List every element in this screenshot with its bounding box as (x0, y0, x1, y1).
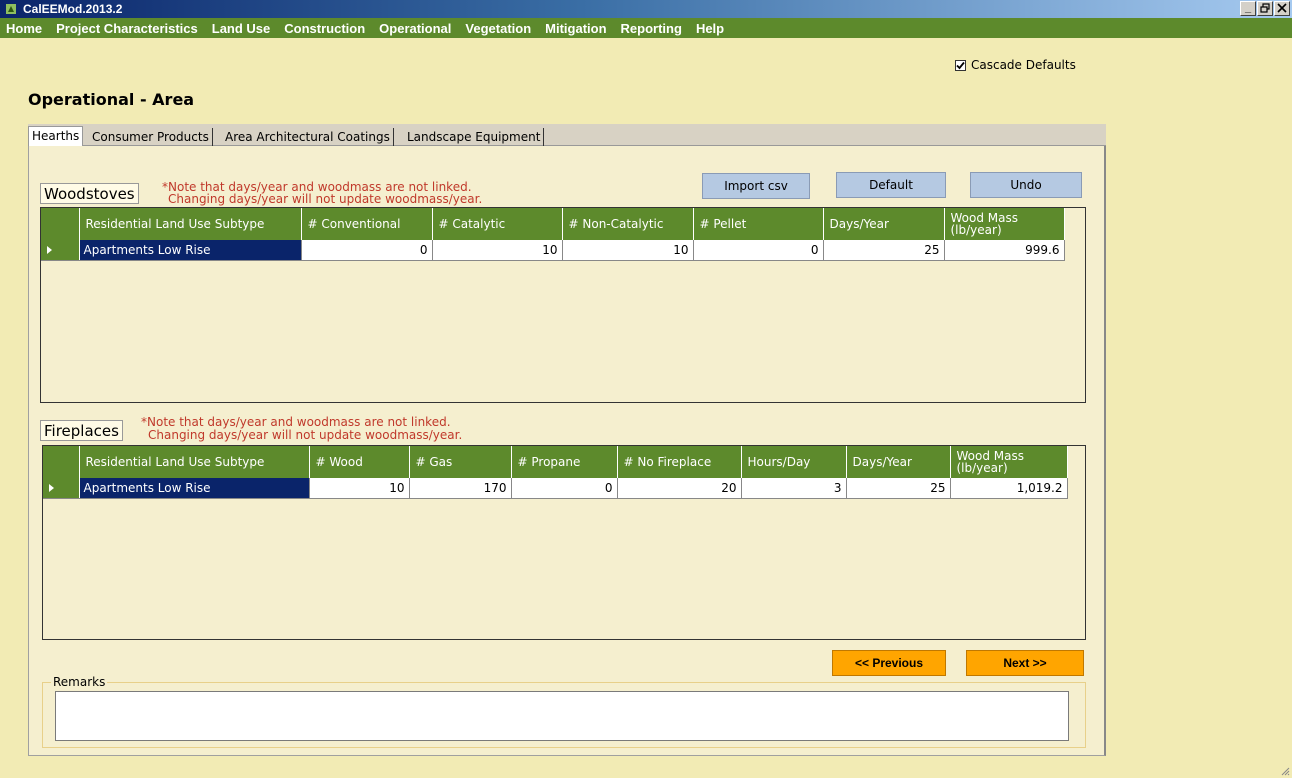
column-header: # No Fireplace (617, 446, 742, 478)
menu-operational[interactable]: Operational (379, 21, 451, 36)
restore-button[interactable] (1257, 1, 1273, 16)
table-cell[interactable]: 1,019.2 (950, 478, 1068, 499)
fireplaces-note-line1: *Note that days/year and woodmass are no… (141, 415, 451, 429)
table-row[interactable]: Apartments Low Rise 10 170 0 20 3 25 1,0… (43, 478, 1068, 499)
menu-vegetation[interactable]: Vegetation (465, 21, 531, 36)
cascade-defaults-label: Cascade Defaults (971, 58, 1076, 72)
tab-landscape-equipment[interactable]: Landscape Equipment (404, 128, 545, 147)
restore-icon (1260, 3, 1270, 13)
window-controls: _ (1240, 1, 1290, 16)
table-cell[interactable]: 0 (693, 240, 824, 261)
menu-help[interactable]: Help (696, 21, 724, 36)
table-cell[interactable]: 3 (741, 478, 847, 499)
table-cell[interactable]: 999.6 (944, 240, 1065, 261)
row-header-corner (41, 208, 80, 240)
menu-home[interactable]: Home (6, 21, 42, 36)
row-selector[interactable] (43, 478, 80, 499)
fireplaces-header-row: Residential Land Use Subtype # Wood # Ga… (43, 446, 1068, 478)
tab-strip: Hearths Consumer Products Area Architect… (28, 124, 1106, 147)
remarks-label: Remarks (51, 675, 108, 689)
checkbox[interactable] (955, 59, 966, 71)
remarks-input[interactable] (55, 691, 1069, 741)
tab-consumer-products[interactable]: Consumer Products (89, 128, 213, 147)
fireplaces-grid: Residential Land Use Subtype # Wood # Ga… (42, 445, 1086, 640)
menu-construction[interactable]: Construction (284, 21, 365, 36)
next-button[interactable]: Next >> (966, 650, 1084, 676)
fireplaces-note-line2: Changing days/year will not update woodm… (148, 428, 463, 442)
column-header: # Pellet (693, 208, 824, 240)
tab-area-architectural-coatings[interactable]: Area Architectural Coatings (222, 128, 394, 147)
table-cell[interactable]: 20 (617, 478, 742, 499)
table-cell[interactable]: 0 (301, 240, 433, 261)
column-header: Residential Land Use Subtype (79, 446, 310, 478)
import-csv-button[interactable]: Import csv (702, 173, 810, 199)
window-title: CalEEMod.2013.2 (23, 2, 123, 16)
column-header: # Gas (409, 446, 512, 478)
table-cell[interactable]: 170 (409, 478, 512, 499)
row-header-corner (43, 446, 80, 478)
page-title: Operational - Area (28, 90, 195, 109)
main-menu: Home Project Characteristics Land Use Co… (0, 18, 1292, 38)
column-header: # Catalytic (432, 208, 563, 240)
column-header: Hours/Day (741, 446, 847, 478)
resize-grip-icon[interactable] (1280, 766, 1290, 776)
column-header: # Conventional (301, 208, 433, 240)
table-cell[interactable]: 10 (432, 240, 563, 261)
table-cell[interactable]: Apartments Low Rise (79, 478, 310, 499)
app-icon (6, 4, 16, 14)
table-cell[interactable]: 25 (823, 240, 945, 261)
row-pointer-icon (49, 483, 54, 492)
table-row[interactable]: Apartments Low Rise 0 10 10 0 25 999.6 (41, 240, 1065, 261)
undo-button[interactable]: Undo (970, 172, 1082, 198)
remarks-group: Remarks (42, 675, 1086, 748)
woodstoves-grid: Residential Land Use Subtype # Conventio… (40, 207, 1086, 403)
checkmark-icon (956, 61, 965, 69)
window-titlebar: CalEEMod.2013.2 _ (0, 0, 1292, 18)
column-header: Residential Land Use Subtype (79, 208, 302, 240)
column-header: Wood Mass (lb/year) (944, 208, 1065, 240)
tab-hearths[interactable]: Hearths (28, 126, 84, 147)
column-header: Wood Mass (lb/year) (950, 446, 1068, 478)
table-cell[interactable]: Apartments Low Rise (79, 240, 302, 261)
cascade-defaults-checkbox[interactable]: Cascade Defaults (955, 58, 1076, 72)
column-header: # Propane (511, 446, 618, 478)
menu-land-use[interactable]: Land Use (212, 21, 271, 36)
close-button[interactable] (1274, 1, 1290, 16)
table-cell[interactable]: 10 (309, 478, 410, 499)
woodstoves-note-line2: Changing days/year will not update woodm… (168, 192, 483, 206)
fireplaces-label: Fireplaces (40, 420, 123, 441)
column-header: Days/Year (823, 208, 945, 240)
woodstoves-label: Woodstoves (40, 183, 139, 204)
table-cell[interactable]: 25 (846, 478, 951, 499)
row-pointer-icon (47, 245, 52, 254)
woodstoves-header-row: Residential Land Use Subtype # Conventio… (41, 208, 1065, 240)
column-header: Days/Year (846, 446, 951, 478)
row-selector[interactable] (41, 240, 80, 261)
close-icon (1277, 3, 1287, 13)
minimize-button[interactable]: _ (1240, 1, 1256, 16)
menu-reporting[interactable]: Reporting (621, 21, 682, 36)
menu-project-characteristics[interactable]: Project Characteristics (56, 21, 198, 36)
previous-button[interactable]: << Previous (832, 650, 946, 676)
column-header: # Wood (309, 446, 410, 478)
default-button[interactable]: Default (836, 172, 946, 198)
table-cell[interactable]: 10 (562, 240, 694, 261)
table-cell[interactable]: 0 (511, 478, 618, 499)
menu-mitigation[interactable]: Mitigation (545, 21, 606, 36)
column-header: # Non-Catalytic (562, 208, 694, 240)
